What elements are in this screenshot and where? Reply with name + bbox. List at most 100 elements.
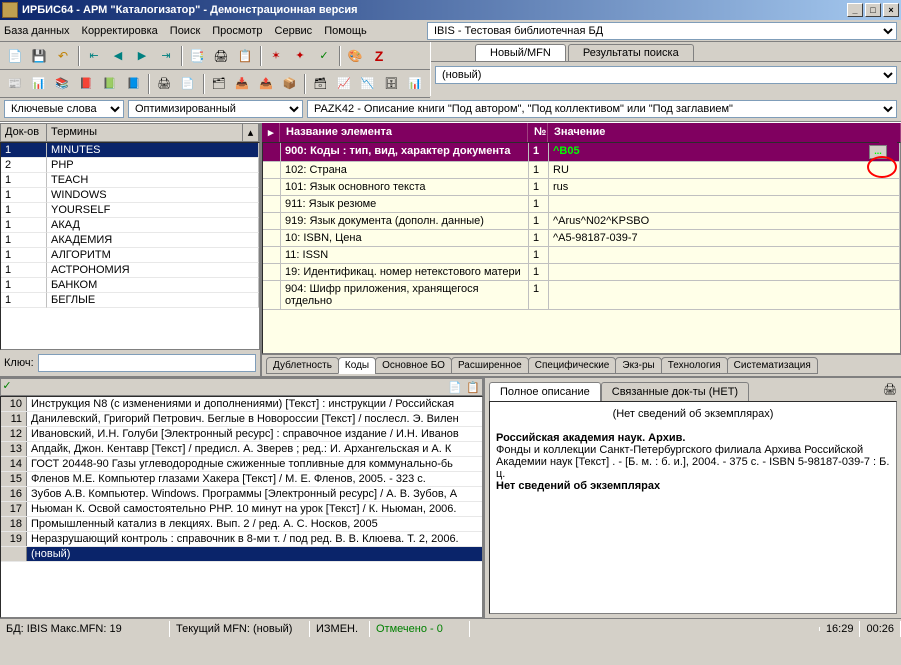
tb2-5-icon[interactable]: 📗	[99, 73, 121, 95]
tab-full-desc[interactable]: Полное описание	[489, 382, 601, 401]
record-row[interactable]: 17Ньюман К. Освой самостоятельно PHP. 10…	[1, 502, 482, 517]
term-row[interactable]: 1АЛГОРИТМ	[1, 248, 259, 263]
record-row[interactable]: 16Зубов А.В. Компьютер. Windows. Програм…	[1, 487, 482, 502]
keywords-select[interactable]: Ключевые слова	[4, 100, 124, 118]
expand-toggle-icon[interactable]: ▸	[262, 123, 280, 142]
mid-tab[interactable]: Технология	[661, 357, 728, 374]
tb-action1-icon[interactable]: ✶	[265, 45, 287, 67]
tb2-1-icon[interactable]: 📰	[4, 73, 26, 95]
tb-print-icon[interactable]: 🖨	[210, 45, 232, 67]
tb2-16-icon[interactable]: 🗄	[381, 73, 403, 95]
tb2-10-icon[interactable]: 📥	[231, 73, 253, 95]
term-row[interactable]: 1YOURSELF	[1, 203, 259, 218]
term-row[interactable]: 1АКАД	[1, 218, 259, 233]
element-row[interactable]: 19: Идентификац. номер нетекстового мате…	[263, 264, 900, 281]
next-icon[interactable]: ▶	[131, 45, 153, 67]
optimized-select[interactable]: Оптимизированный	[128, 100, 303, 118]
tb-Z-icon[interactable]: Z	[368, 45, 390, 67]
tb2-6-icon[interactable]: 📘	[123, 73, 145, 95]
first-icon[interactable]: ⇤	[83, 45, 105, 67]
template-select[interactable]: PAZK42 - Описание книги "Под автором", "…	[307, 100, 897, 118]
record-row[interactable]: 12Ивановский, И.Н. Голуби [Электронный р…	[1, 427, 482, 442]
maximize-button[interactable]: □	[865, 3, 881, 17]
element-row[interactable]: 919: Язык документа (дополн. данные)1^Ar…	[263, 213, 900, 230]
element-row[interactable]: 102: Страна1RU	[263, 162, 900, 179]
menu-search[interactable]: Поиск	[170, 25, 200, 37]
mid-tab[interactable]: Дублетность	[266, 357, 339, 374]
term-row[interactable]: 1БАНКОМ	[1, 278, 259, 293]
record-row-new[interactable]: (новый)	[1, 547, 482, 562]
elements-grid[interactable]: 900: Коды : тип, вид, характер документа…	[262, 142, 901, 354]
element-row[interactable]: 101: Язык основного текста1rus	[263, 179, 900, 196]
tb2-7-icon[interactable]: 🖨	[153, 73, 175, 95]
mid-tab[interactable]: Экз-ры	[615, 357, 661, 374]
tb2-2-icon[interactable]: 📊	[28, 73, 50, 95]
term-row[interactable]: 1WINDOWS	[1, 188, 259, 203]
record-row[interactable]: 19Неразрушающий контроль : справочник в …	[1, 532, 482, 547]
terms-list[interactable]: 1MINUTES2PHP1TEACH1WINDOWS1YOURSELF1АКАД…	[0, 142, 260, 350]
close-button[interactable]: ×	[883, 3, 899, 17]
term-row[interactable]: 2PHP	[1, 158, 259, 173]
minimize-button[interactable]: _	[847, 3, 863, 17]
tb-check-icon[interactable]: ✓	[313, 45, 335, 67]
tb2-15-icon[interactable]: 📉	[357, 73, 379, 95]
tb2-12-icon[interactable]: 📦	[279, 73, 301, 95]
element-row[interactable]: 904: Шифр приложения, хранящегося отдель…	[263, 281, 900, 310]
mid-tab[interactable]: Систематизация	[727, 357, 818, 374]
tb2-4-icon[interactable]: 📕	[75, 73, 97, 95]
tab-results[interactable]: Результаты поиска	[568, 44, 694, 61]
record-row[interactable]: 18Промышленный катализ в лекциях. Вып. 2…	[1, 517, 482, 532]
save-icon[interactable]: 💾	[28, 45, 50, 67]
tab-linked-docs[interactable]: Связанные док-ты (НЕТ)	[601, 382, 749, 401]
menu-service[interactable]: Сервис	[275, 25, 313, 37]
term-row[interactable]: 1АСТРОНОМИЯ	[1, 263, 259, 278]
tb2-8-icon[interactable]: 📄	[177, 73, 199, 95]
tb2-3-icon[interactable]: 📚	[51, 73, 73, 95]
tab-new-mfn[interactable]: Новый/MFN	[475, 44, 566, 61]
record-row[interactable]: 14ГОСТ 20448-90 Газы углеводородные сжиж…	[1, 457, 482, 472]
last-icon[interactable]: ⇥	[155, 45, 177, 67]
tb2-14-icon[interactable]: 📈	[333, 73, 355, 95]
record-row[interactable]: 10Инструкция N8 (с изменениями и дополне…	[1, 397, 482, 412]
tb2-13-icon[interactable]: 🗃	[309, 73, 331, 95]
new-icon[interactable]: 📄	[4, 45, 26, 67]
tb-action2-icon[interactable]: ✦	[289, 45, 311, 67]
key-input[interactable]	[38, 354, 256, 372]
tb-R-icon[interactable]: 🎨	[344, 45, 366, 67]
term-row[interactable]: 1БЕГЛЫЕ	[1, 293, 259, 308]
undo-icon[interactable]: ↶	[52, 45, 74, 67]
tb-preview-icon[interactable]: 📋	[234, 45, 256, 67]
mid-tab[interactable]: Расширенное	[451, 357, 529, 374]
record-row[interactable]: 11Данилевский, Григорий Петрович. Беглые…	[1, 412, 482, 427]
ellipsis-button[interactable]: ...	[869, 145, 887, 159]
mfn-select[interactable]: (новый)	[435, 66, 897, 84]
menu-view[interactable]: Просмотр	[212, 25, 262, 37]
term-row[interactable]: 1MINUTES	[1, 143, 259, 158]
record-row[interactable]: 13Апдайк, Джон. Кентавр [Текст] / предис…	[1, 442, 482, 457]
record-row[interactable]: 15Фленов М.Е. Компьютер глазами Хакера […	[1, 472, 482, 487]
element-row[interactable]: 10: ISBN, Цена1^A5-98187-039-7	[263, 230, 900, 247]
menu-database[interactable]: База данных	[4, 25, 70, 37]
element-row[interactable]: 900: Коды : тип, вид, характер документа…	[263, 143, 900, 162]
check-icon[interactable]: ✓	[1, 379, 13, 395]
tb2-17-icon[interactable]: 📊	[404, 73, 426, 95]
rec-btn1-icon[interactable]: 📄	[446, 379, 464, 395]
tb-copy-icon[interactable]: 📑	[186, 45, 208, 67]
term-row[interactable]: 1АКАДЕМИЯ	[1, 233, 259, 248]
scroll-up-icon[interactable]: ▴	[243, 124, 259, 141]
menu-correction[interactable]: Корректировка	[82, 25, 158, 37]
prev-icon[interactable]: ◀	[107, 45, 129, 67]
mid-tab[interactable]: Специфические	[528, 357, 617, 374]
element-row[interactable]: 911: Язык резюме1	[263, 196, 900, 213]
tb2-11-icon[interactable]: 📤	[255, 73, 277, 95]
term-row[interactable]: 1TEACH	[1, 173, 259, 188]
menu-help[interactable]: Помощь	[324, 25, 367, 37]
mid-tab[interactable]: Коды	[338, 357, 376, 374]
tb2-9-icon[interactable]: 🗂	[208, 73, 230, 95]
element-row[interactable]: 11: ISSN1	[263, 247, 900, 264]
desc-print-icon[interactable]: 🖨	[879, 378, 901, 400]
records-list[interactable]: 10Инструкция N8 (с изменениями и дополне…	[0, 396, 483, 618]
rec-btn2-icon[interactable]: 📋	[464, 379, 482, 395]
mid-tab[interactable]: Основное БО	[375, 357, 452, 374]
database-select[interactable]: IBIS - Тестовая библиотечная БД	[427, 22, 897, 40]
